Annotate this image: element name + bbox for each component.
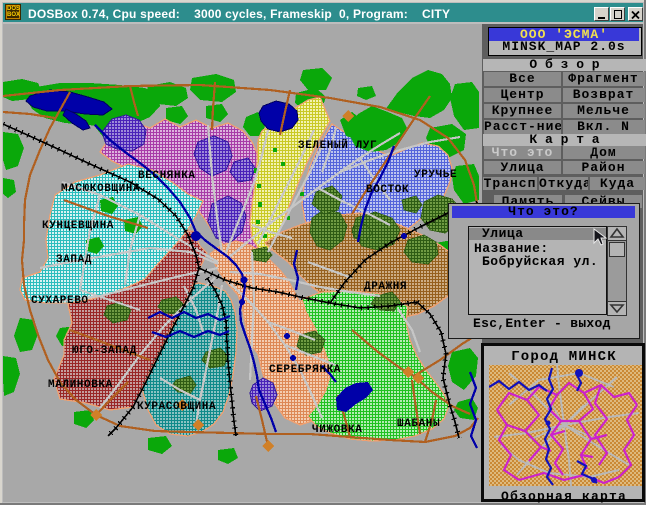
svg-text:ЗАПАД: ЗАПАД: [56, 254, 92, 266]
svg-text:ЮГО-ЗАПАД: ЮГО-ЗАПАД: [72, 345, 137, 357]
svg-text:УРУЧЬЕ: УРУЧЬЕ: [414, 169, 457, 181]
svg-text:ВОСТОК: ВОСТОК: [366, 184, 409, 196]
svg-text:ВЕСНЯНКА: ВЕСНЯНКА: [138, 170, 196, 182]
svg-text:ШАБАНЫ: ШАБАНЫ: [397, 418, 440, 430]
svg-text:ДРАЖНЯ: ДРАЖНЯ: [364, 281, 407, 293]
svg-text:КУРАСОВЩИНА: КУРАСОВЩИНА: [137, 401, 216, 413]
svg-text:СЕРЕБРЯНКА: СЕРЕБРЯНКА: [269, 364, 341, 376]
svg-text:СУХАРЕВО: СУХАРЕВО: [31, 295, 89, 307]
svg-text:МАЛИНОВКА: МАЛИНОВКА: [48, 379, 113, 391]
svg-text:КУНЦЕВЩИНА: КУНЦЕВЩИНА: [42, 220, 114, 232]
svg-text:МАСЮКОВЩИНА: МАСЮКОВЩИНА: [61, 183, 140, 195]
svg-text:ЧИЖОВКА: ЧИЖОВКА: [312, 424, 362, 436]
svg-text:ЗЕЛЕНЫЙ ЛУГ: ЗЕЛЕНЫЙ ЛУГ: [298, 138, 377, 152]
